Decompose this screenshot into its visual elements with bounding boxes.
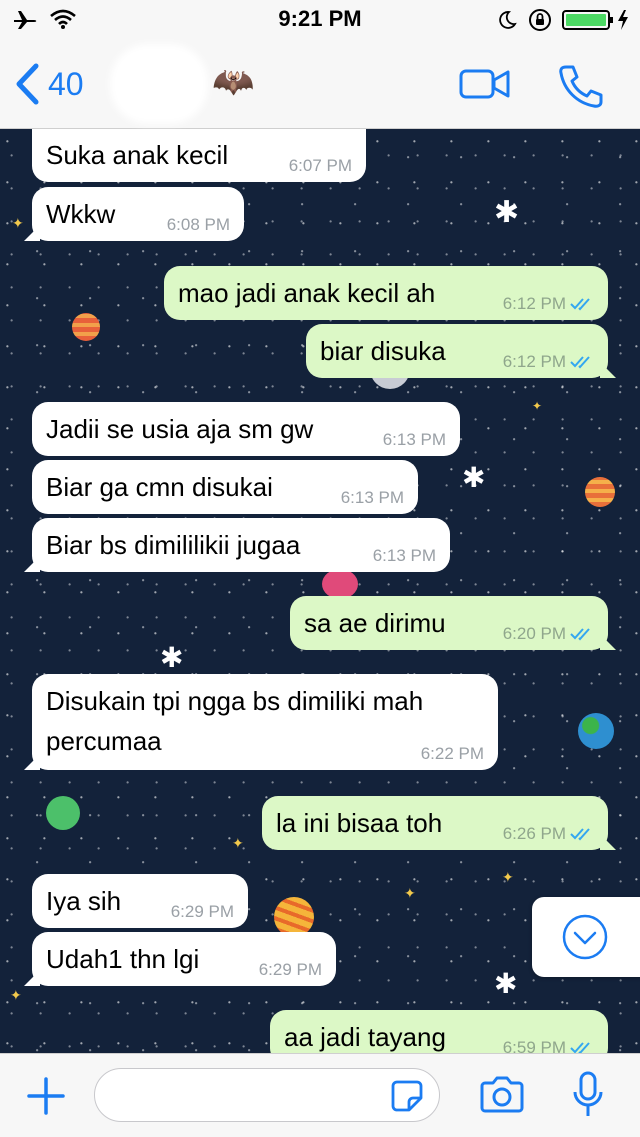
message-timestamp: 6:59 PM <box>503 1038 594 1053</box>
planet-orange-icon <box>585 477 615 507</box>
star-icon: ✱ <box>494 196 520 229</box>
message-bubble-outgoing[interactable]: sa ae dirimu 6:20 PM <box>290 596 616 650</box>
message-input-field[interactable] <box>94 1068 440 1122</box>
message-text: Jadii se usia aja sm gw <box>46 414 314 444</box>
star-icon: ✦ <box>232 835 244 851</box>
message-timestamp: 6:29 PM <box>258 960 322 979</box>
contact-name-redacted[interactable] <box>118 52 200 116</box>
message-bubble-incoming[interactable]: Suka anak kecil 6:07 PM <box>32 129 366 182</box>
message-timestamp: 6:08 PM <box>166 215 230 234</box>
bubble-tail <box>24 225 40 241</box>
message-text: mao jadi anak kecil ah <box>178 278 436 308</box>
unread-count: 40 <box>48 65 84 102</box>
message-bubble-incoming[interactable]: Biar ga cmn disukai 6:13 PM <box>32 460 418 514</box>
bubble-tail <box>24 556 40 572</box>
message-timestamp: 6:20 PM <box>503 624 594 644</box>
bubble-tail <box>600 634 616 650</box>
message-bubble-incoming[interactable]: Wkkw 6:08 PM <box>24 187 244 241</box>
double-check-icon <box>570 628 590 641</box>
bubble-tail <box>24 754 40 770</box>
message-timestamp: 6:07 PM <box>288 156 352 175</box>
message-text: Biar bs dimililikii jugaa <box>46 530 301 560</box>
video-call-icon[interactable] <box>458 64 512 104</box>
message-bubble-incoming[interactable]: Jadii se usia aja sm gw 6:13 PM <box>32 402 460 456</box>
double-check-icon <box>570 298 590 311</box>
chevron-left-icon <box>16 63 39 105</box>
message-text: sa ae dirimu <box>304 608 446 638</box>
message-text: Wkkw <box>46 199 116 229</box>
camera-icon[interactable] <box>478 1075 526 1115</box>
message-timestamp: 6:12 PM <box>503 352 594 372</box>
star-icon: ✱ <box>462 462 486 493</box>
message-bubble-outgoing[interactable]: mao jadi anak kecil ah 6:12 PM <box>164 266 608 320</box>
earth-icon <box>578 713 614 749</box>
message-timestamp: 6:13 PM <box>340 488 404 507</box>
message-timestamp: 6:13 PM <box>382 430 446 449</box>
planet-yellow-icon <box>274 897 314 937</box>
double-check-icon <box>570 356 590 369</box>
double-check-icon <box>570 1042 590 1053</box>
composer-bar <box>0 1053 640 1137</box>
star-icon: ✱ <box>160 642 184 673</box>
message-text: la ini bisaa toh <box>276 808 443 838</box>
message-timestamp: 6:26 PM <box>503 824 594 844</box>
message-input[interactable] <box>111 1069 385 1121</box>
star-icon: ✱ <box>494 968 518 999</box>
message-bubble-incoming[interactable]: Iya sih 6:29 PM <box>32 874 248 928</box>
moon-icon <box>499 11 517 29</box>
plus-icon[interactable] <box>26 1076 66 1116</box>
message-text: Disukain tpi ngga bs dimiliki mah percum… <box>46 686 424 756</box>
star-icon: ✦ <box>532 399 543 413</box>
message-bubble-incoming[interactable]: Udah1 thn lgi 6:29 PM <box>24 932 336 986</box>
star-icon: ✦ <box>12 215 24 231</box>
message-text: Biar ga cmn disukai <box>46 472 273 502</box>
status-bar: 9:21 PM <box>0 0 640 40</box>
message-text: Udah1 thn lgi <box>46 944 200 974</box>
sticker-icon[interactable] <box>389 1078 425 1114</box>
bubble-tail <box>600 362 616 378</box>
phone-icon[interactable] <box>556 64 604 108</box>
scroll-to-bottom-button[interactable] <box>532 897 640 977</box>
message-bubble-outgoing[interactable]: la ini bisaa toh 6:26 PM <box>262 796 616 850</box>
message-bubble-outgoing[interactable]: aa jadi tayang 6:59 PM <box>270 1010 608 1053</box>
contact-emoji: 🦇 <box>212 63 255 101</box>
star-icon: ✦ <box>502 869 514 885</box>
bubble-tail <box>24 970 40 986</box>
message-text: Iya sih <box>46 886 122 916</box>
message-timestamp: 6:13 PM <box>372 546 436 565</box>
bubble-tail <box>600 834 616 850</box>
message-bubble-incoming[interactable]: Biar bs dimililikii jugaa 6:13 PM <box>24 518 450 572</box>
back-button[interactable]: 40 <box>14 62 84 106</box>
message-bubble-incoming[interactable]: Disukain tpi ngga bs dimiliki mah percum… <box>24 674 498 770</box>
microphone-icon[interactable] <box>570 1070 606 1120</box>
double-check-icon <box>570 828 590 841</box>
message-timestamp: 6:22 PM <box>420 744 484 763</box>
battery-icon <box>562 10 628 30</box>
message-text: aa jadi tayang <box>284 1022 446 1052</box>
planet-orange-icon <box>72 313 100 341</box>
star-icon: ✦ <box>10 987 22 1003</box>
star-icon: ✦ <box>404 885 416 901</box>
planet-pink-icon <box>322 569 358 599</box>
message-timestamp: 6:29 PM <box>170 902 234 921</box>
chat-area[interactable]: ✱ ✱ ✱ ✱ ✦ ✦ ✦ ✦ ✦ ✦ Suka anak kecil 6:07… <box>0 129 640 1053</box>
message-text: Suka anak kecil <box>46 140 229 170</box>
planet-green-icon <box>46 796 80 830</box>
message-bubble-outgoing[interactable]: biar disuka 6:12 PM <box>306 324 616 378</box>
message-text: biar disuka <box>320 336 446 366</box>
message-timestamp: 6:12 PM <box>503 294 594 314</box>
chat-header: 40 🦇 <box>0 40 640 129</box>
rotation-lock-icon <box>529 9 551 31</box>
chevron-down-circle-icon <box>562 914 608 960</box>
